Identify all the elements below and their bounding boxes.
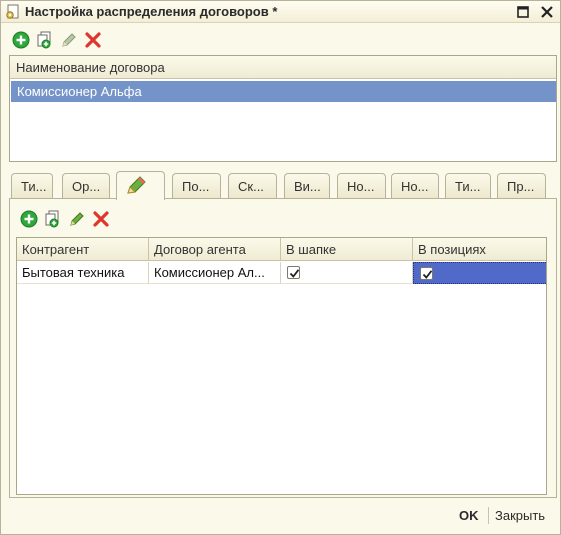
tab-8[interactable]: Но... — [391, 173, 439, 198]
add-row-button[interactable] — [19, 209, 39, 229]
tab-pencil-icon — [127, 176, 146, 194]
tab-4[interactable]: По... — [172, 173, 221, 198]
copy-row-button[interactable] — [43, 209, 63, 229]
dialog-window: Настройка распределения договоров * Наим… — [0, 0, 561, 535]
tab-1[interactable]: Ти... — [11, 173, 53, 198]
cell-counterparty[interactable]: Бытовая техника — [17, 262, 149, 284]
column-header-agent-contract[interactable]: Договор агента — [149, 238, 281, 261]
edit-row-pencil-icon[interactable] — [67, 209, 87, 229]
list-item-selected[interactable]: Комиссионер Альфа — [11, 81, 556, 102]
column-header-counterparty[interactable]: Контрагент — [17, 238, 149, 261]
close-window-icon[interactable] — [539, 4, 555, 20]
close-button[interactable]: Закрыть — [495, 508, 545, 523]
tab-9[interactable]: Ти... — [445, 173, 491, 198]
lower-toolbar — [19, 209, 129, 231]
cell-agent-contract[interactable]: Комиссионер Ал... — [149, 262, 281, 284]
document-settings-icon — [5, 4, 21, 20]
tab-6[interactable]: Ви... — [284, 173, 330, 198]
column-header-in-header[interactable]: В шапке — [281, 238, 413, 261]
tab-10[interactable]: Пр... — [497, 173, 546, 198]
delete-row-button[interactable] — [91, 209, 111, 229]
title-bar: Настройка распределения договоров * — [1, 1, 560, 23]
edit-pencil-icon[interactable] — [59, 30, 79, 50]
upper-toolbar — [11, 30, 121, 52]
ok-button[interactable]: OK — [459, 508, 479, 523]
delete-button[interactable] — [83, 30, 103, 50]
column-header-contract-name[interactable]: Наименование договора — [10, 56, 556, 79]
distribution-table[interactable]: Контрагент Договор агента В шапке В пози… — [16, 237, 547, 495]
cell-in-positions[interactable] — [413, 262, 546, 284]
in-header-checkbox[interactable] — [287, 266, 300, 279]
copy-button[interactable] — [35, 30, 55, 50]
footer-separator — [488, 507, 489, 524]
dialog-footer: OK Закрыть — [1, 503, 560, 534]
tab-2[interactable]: Ор... — [62, 173, 110, 198]
column-header-in-positions[interactable]: В позициях — [413, 238, 546, 261]
window-title: Настройка распределения договоров * — [25, 4, 278, 19]
in-positions-checkbox[interactable] — [420, 267, 433, 280]
tab-7[interactable]: Но... — [337, 173, 386, 198]
tab-5[interactable]: Ск... — [228, 173, 277, 198]
contracts-list[interactable]: Наименование договора Комиссионер Альфа — [9, 55, 557, 162]
cell-in-header[interactable] — [281, 262, 413, 284]
maximize-icon[interactable] — [515, 4, 531, 20]
add-button[interactable] — [11, 30, 31, 50]
tab-edit-active[interactable] — [116, 171, 165, 200]
